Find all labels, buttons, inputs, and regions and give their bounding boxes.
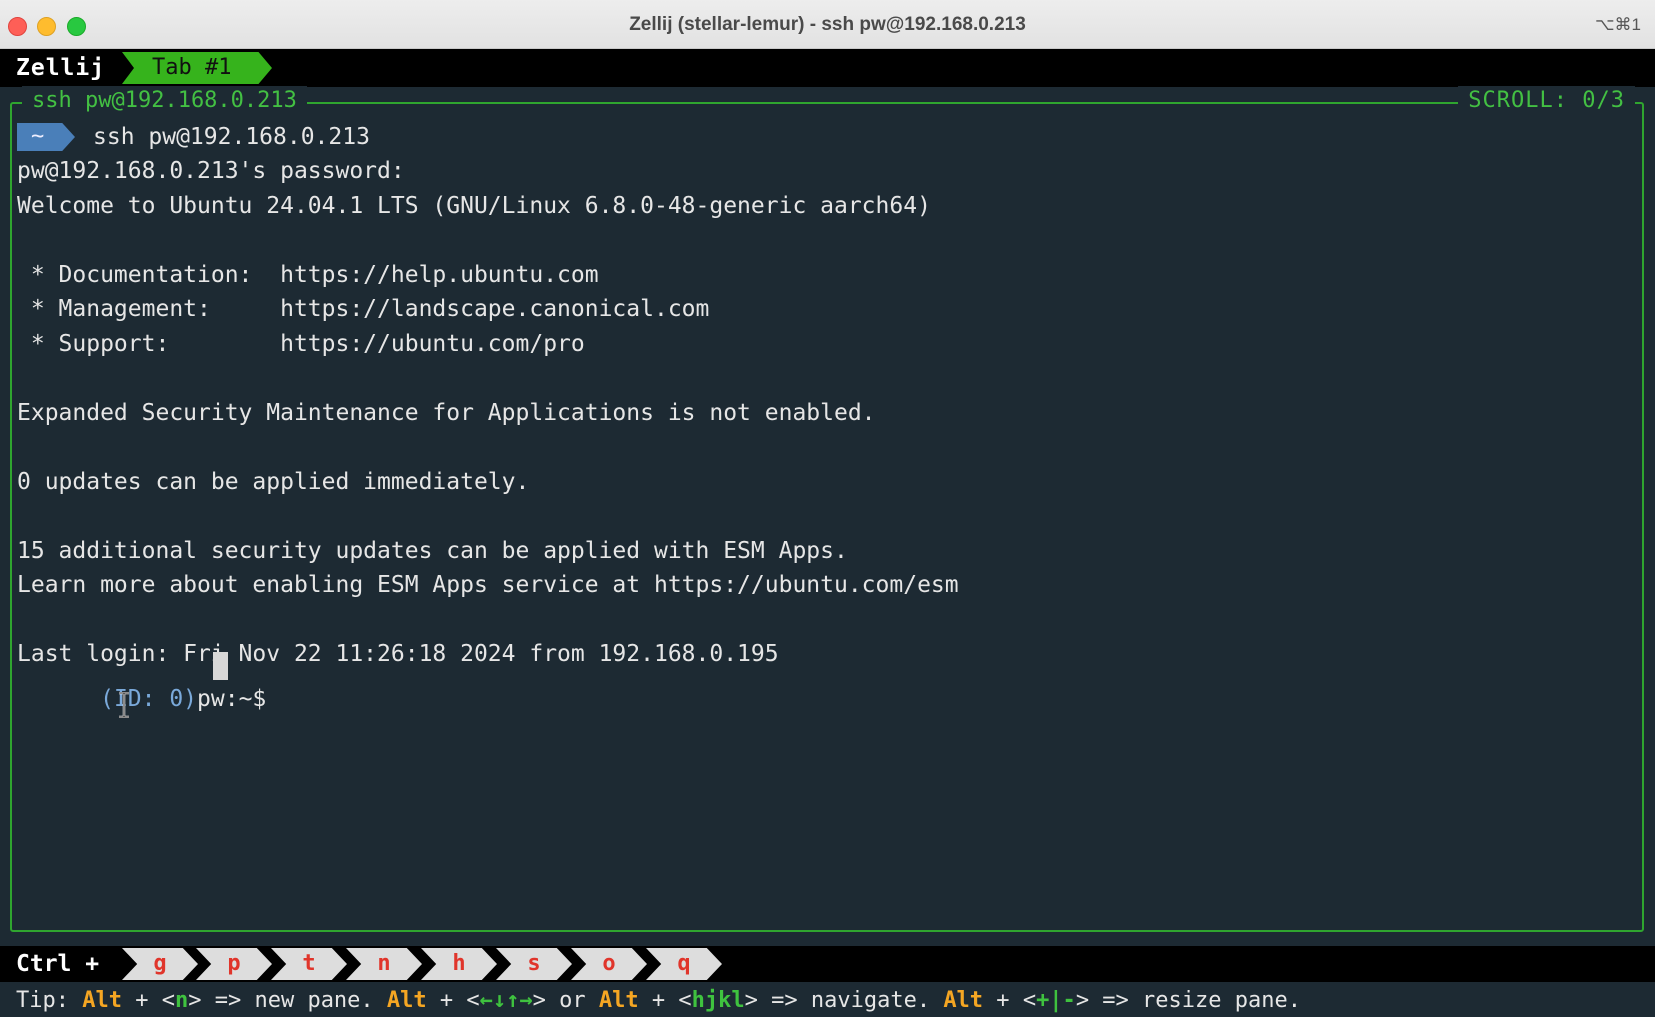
key-t-button[interactable]: t (271, 948, 347, 980)
terminal-line: Learn more about enabling ESM Apps servi… (17, 572, 959, 598)
pane-title: ssh pw@192.168.0.213 (22, 86, 307, 116)
tab-1-label[interactable]: Tab #1 (152, 49, 231, 87)
shell-prompt: pw:~$ (197, 686, 267, 712)
title-bar[interactable]: Zellij (stellar-lemur) - ssh pw@192.168.… (0, 0, 1655, 49)
terminal-line: pw@192.168.0.213's password: (17, 158, 405, 184)
key-h-button[interactable]: h (421, 948, 497, 980)
final-prompt-line: (ID: 0)pw:~$ (17, 648, 317, 712)
window-title: Zellij (stellar-lemur) - ssh pw@192.168.… (629, 14, 1026, 35)
key-g-button[interactable]: g (122, 948, 198, 980)
terminal-line: Welcome to Ubuntu 24.04.1 LTS (GNU/Linux… (17, 192, 931, 219)
prompt-command: ssh pw@192.168.0.213 (93, 124, 370, 150)
key-p-button[interactable]: p (196, 948, 272, 980)
prompt-dir: ~ (31, 124, 45, 149)
terminal-line: * Documentation: https://help.ubuntu.com (17, 261, 599, 288)
prompt-line: ~ ssh pw@192.168.0.213 (17, 120, 617, 154)
terminal-line: 15 additional security updates can be ap… (17, 537, 848, 564)
terminal-line: 0 updates can be applied immediately. (17, 468, 530, 495)
terminal-line: * Support: https://ubuntu.com/pro (17, 330, 585, 357)
scroll-indicator: SCROLL: 0/3 (1458, 86, 1635, 116)
text-cursor (213, 652, 228, 680)
pane-id-tag: (ID: 0) (100, 686, 198, 712)
key-n-button[interactable]: n (346, 948, 422, 980)
key-o-button[interactable]: o (571, 948, 647, 980)
key-s-button[interactable]: s (496, 948, 572, 980)
ctrl-modifier-label: Ctrl + (16, 951, 100, 977)
zellij-tab-bar: Zellij Tab #1 (0, 49, 1655, 87)
ibeam-cursor-icon (119, 692, 129, 718)
window-shortcut: ⌥⌘1 (1594, 15, 1641, 34)
app-name: Zellij (16, 55, 106, 81)
terminal-line: Expanded Security Maintenance for Applic… (17, 399, 876, 426)
tip-text: Tip: Alt + <n> => new pane. Alt + <←↓↑→>… (16, 988, 1301, 1013)
key-q-button[interactable]: q (646, 948, 722, 980)
keybinding-bar: Ctrl + g p t n h s o q (0, 946, 1655, 982)
tip-bar: Tip: Alt + <n> => new pane. Alt + <←↓↑→>… (0, 984, 1655, 1017)
prompt-dir-badge (17, 123, 75, 151)
terminal-line: * Management: https://landscape.canonica… (17, 296, 710, 322)
terminal-window: Zellij (stellar-lemur) - ssh pw@192.168.… (0, 0, 1655, 1017)
terminal-pane[interactable] (10, 102, 1644, 932)
